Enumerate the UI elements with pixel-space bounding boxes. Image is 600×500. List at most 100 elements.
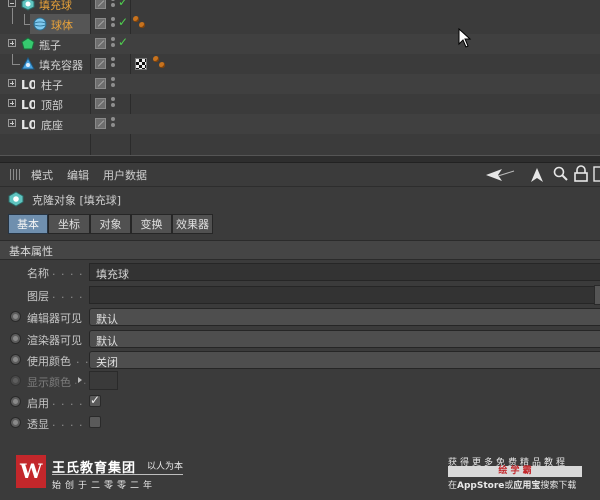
visibility-dots[interactable] (111, 77, 115, 91)
svg-text:L0: L0 (21, 78, 35, 91)
editor-visible-dropdown[interactable]: 默认 (89, 308, 600, 326)
property-use-color: 使用颜色 . . 关闭 (0, 350, 600, 370)
object-name[interactable]: 柱子 (41, 77, 63, 93)
display-color-swatch[interactable] (89, 371, 118, 390)
use-color-dropdown[interactable]: 关闭 (89, 351, 600, 369)
menu-mode[interactable]: 模式 (31, 167, 53, 183)
tree-line (12, 8, 13, 24)
attribute-manager: 模式 编辑 用户数据 克隆对象 [填充球] 基本 坐标 对象 变换 效果器 基本… (0, 163, 600, 500)
enabled-check-icon[interactable]: ✓ (118, 35, 128, 49)
animate-radio[interactable] (10, 333, 21, 344)
dropdown-value: 默认 (96, 335, 118, 348)
visibility-dots[interactable] (111, 0, 115, 11)
collapse-icon[interactable] (8, 0, 16, 7)
property-label: 透显 (27, 418, 49, 431)
tab-transform[interactable]: 变换 (131, 214, 172, 234)
property-name: 名称 . . . . . 填充球 (0, 262, 600, 282)
layer-flag[interactable] (95, 58, 106, 69)
object-name[interactable]: 瓶子 (39, 37, 61, 53)
panel-divider[interactable] (0, 155, 600, 163)
property-label: 渲染器可见 (27, 334, 82, 347)
null-icon: L0 (21, 98, 35, 111)
object-row-bottle[interactable]: 瓶子 ✓ (0, 34, 600, 54)
up-arrow-icon[interactable] (528, 166, 546, 184)
new-panel-icon[interactable] (592, 165, 600, 183)
section-header: 基本属性 (0, 240, 600, 260)
object-row-sphere[interactable]: 球体 ✓ (0, 8, 600, 34)
svg-text:L0: L0 (21, 118, 35, 131)
visibility-dots[interactable] (111, 17, 115, 31)
name-input[interactable]: 填充球 (89, 263, 600, 281)
enable-checkbox[interactable]: ✓ (89, 393, 101, 407)
object-name[interactable]: 球体 (51, 17, 73, 33)
tab-object[interactable]: 对象 (90, 214, 131, 234)
layer-flag[interactable] (95, 118, 106, 129)
visibility-dots[interactable] (111, 37, 115, 51)
layer-flag[interactable] (95, 18, 106, 29)
object-row-top[interactable]: L0 顶部 (0, 94, 600, 114)
promo-app-name: 绘 学 霸 (498, 466, 532, 476)
tab-effectors[interactable]: 效果器 (172, 214, 213, 234)
visibility-dots[interactable] (111, 57, 115, 71)
back-arrow-icon[interactable] (484, 166, 516, 184)
tree-line (12, 54, 13, 64)
menu-edit[interactable]: 编辑 (67, 167, 89, 183)
search-icon[interactable] (552, 165, 570, 183)
property-dots: . . . . . (52, 395, 93, 408)
layer-field[interactable] (89, 286, 595, 304)
panel-grip-icon[interactable] (10, 169, 21, 180)
property-label: 图层 (27, 290, 49, 303)
brand-founded: 始创于二零零二年 (52, 481, 157, 491)
render-visible-dropdown[interactable]: 默认 (89, 330, 600, 348)
null-icon: L0 (21, 78, 35, 91)
animate-radio[interactable] (10, 417, 21, 428)
layer-flag[interactable] (95, 98, 106, 109)
visibility-dots[interactable] (111, 117, 115, 131)
tab-coordinates[interactable]: 坐标 (48, 214, 90, 234)
object-name[interactable]: 底座 (41, 117, 63, 133)
tree-line (24, 14, 25, 24)
animate-radio[interactable] (10, 354, 21, 365)
dropdown-value: 关闭 (96, 356, 118, 369)
object-name[interactable]: 顶部 (41, 97, 63, 113)
animate-radio[interactable] (10, 311, 21, 322)
enabled-check-icon[interactable]: ✓ (118, 0, 128, 9)
object-row-pillar[interactable]: L0 柱子 (0, 74, 600, 94)
menu-user-data[interactable]: 用户数据 (103, 167, 147, 183)
expand-icon[interactable] (8, 119, 16, 127)
brand-divider (52, 474, 183, 475)
attribute-menubar: 模式 编辑 用户数据 (0, 163, 600, 187)
check-icon: ✓ (90, 393, 101, 407)
object-name[interactable]: 填充球 (39, 0, 72, 13)
tab-basic[interactable]: 基本 (8, 214, 48, 234)
enabled-check-icon[interactable]: ✓ (118, 15, 128, 29)
checker-material-tag-icon[interactable] (135, 58, 147, 70)
expand-icon[interactable] (8, 99, 16, 107)
mouse-pointer-icon (458, 28, 472, 48)
property-enable: 启用 . . . . . ✓ (0, 392, 600, 412)
material-tag-icon[interactable] (153, 56, 169, 72)
property-label: 启用 (27, 397, 49, 410)
property-label: 编辑器可见 (27, 312, 82, 325)
expand-icon[interactable] (8, 79, 16, 87)
object-row-base[interactable]: L0 底座 (0, 114, 600, 134)
material-tag-icon[interactable] (133, 16, 149, 32)
lock-icon[interactable] (572, 165, 590, 183)
object-name[interactable]: 填充容器 (39, 57, 83, 73)
layer-flag[interactable] (95, 78, 106, 89)
promo-download-text: 在AppStore或应用宝搜索下载 (448, 481, 577, 491)
layer-flag[interactable] (95, 38, 106, 49)
expand-arrow-icon[interactable] (78, 377, 82, 383)
object-row-cloner[interactable]: 填充球 ✓ (0, 0, 600, 14)
object-row-container[interactable]: 填充容器 (0, 54, 600, 74)
animate-radio[interactable] (10, 396, 21, 407)
visibility-dots[interactable] (111, 97, 115, 111)
expand-icon[interactable] (8, 39, 16, 47)
layer-flag[interactable] (95, 0, 106, 9)
animate-radio[interactable] (10, 375, 21, 386)
property-label: 使用颜色 (27, 355, 71, 368)
xray-checkbox[interactable] (89, 416, 101, 428)
object-manager: 填充球 ✓ 球体 ✓ 瓶子 ✓ 填充容器 L0 柱子 L0 顶部 L0 底座 (0, 0, 600, 155)
layer-menu-button[interactable] (594, 285, 600, 305)
brand-slogan: 以人为本 (147, 462, 184, 472)
